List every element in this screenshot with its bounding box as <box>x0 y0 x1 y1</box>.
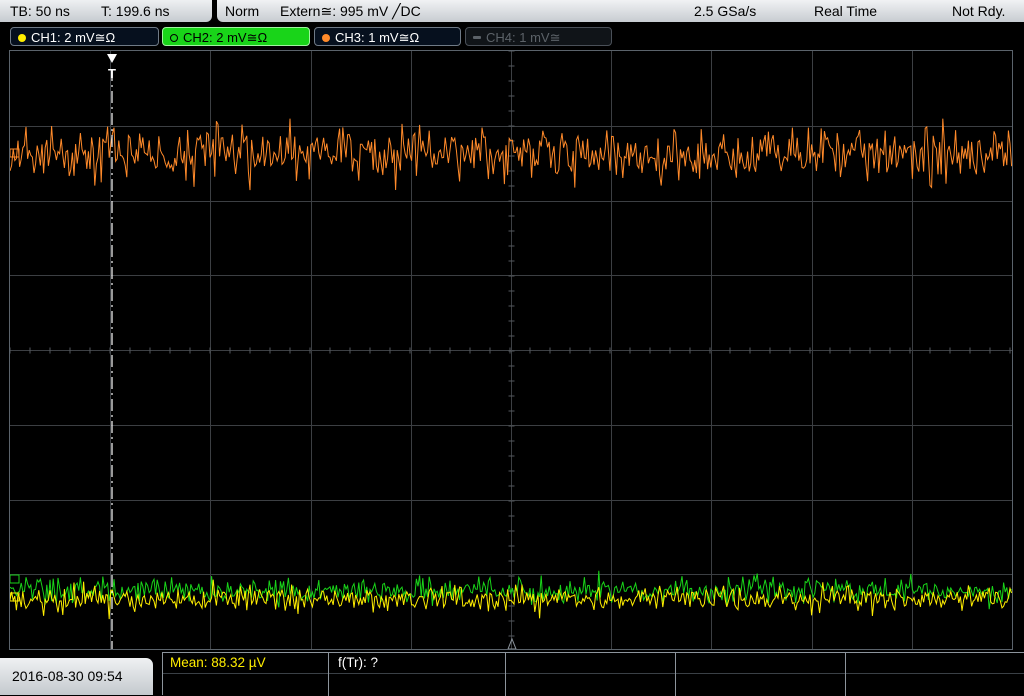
traces <box>10 118 1012 620</box>
tab-ch1[interactable]: CH1: 2 mV≅Ω <box>10 27 159 46</box>
ch1-label: CH1: 2 mV≅Ω <box>31 30 116 45</box>
ch3-indicator-icon <box>322 34 330 42</box>
datetime-display: 2016-08-30 09:54 <box>0 658 153 695</box>
waveform-display[interactable]: T <box>9 50 1013 650</box>
measurement-divider <box>845 653 846 696</box>
acquisition-mode[interactable]: Real Time <box>814 0 877 22</box>
measurement-bar[interactable]: Mean: 88.32 µV f(Tr): ? <box>162 652 1024 696</box>
ch1-indicator-icon <box>18 34 26 42</box>
ch2-label: CH2: 2 mV≅Ω <box>183 30 268 45</box>
trigger-status: Not Rdy. <box>952 3 1006 19</box>
ch2-offset-marker <box>10 574 20 584</box>
trigger-source[interactable]: Extern≅: 995 mV ╱DC <box>280 0 421 22</box>
timebase-readout: TB: 50 ns <box>10 3 70 19</box>
ch2-indicator-icon <box>170 34 178 42</box>
ch3-trace <box>10 118 1012 191</box>
measurement-divider <box>675 653 676 696</box>
trigger-time-readout: T: 199.6 ns <box>101 3 170 19</box>
measurement-divider <box>328 653 329 696</box>
ch3-label: CH3: 1 mV≅Ω <box>335 30 420 45</box>
trigger-position-icon[interactable] <box>107 54 117 63</box>
ch1-trace <box>10 579 1012 620</box>
measurement-row-divider <box>163 673 1024 674</box>
ch4-label: CH4: 1 mV≅ <box>486 30 561 45</box>
acquisition-panel[interactable]: Norm Extern≅: 995 mV ╱DC 2.5 GSa/s Real … <box>217 0 1024 22</box>
trigger-mode[interactable]: Norm <box>225 0 259 22</box>
waveform-canvas: T <box>10 51 1012 649</box>
measurement-mean[interactable]: Mean: 88.32 µV <box>170 655 266 670</box>
measurement-divider <box>505 653 506 696</box>
tab-ch3[interactable]: CH3: 1 mV≅Ω <box>314 27 461 46</box>
tab-ch2[interactable]: CH2: 2 mV≅Ω <box>162 27 310 46</box>
measurement-frequency[interactable]: f(Tr): ? <box>338 655 378 670</box>
ch4-indicator-icon <box>473 36 481 39</box>
trigger-marker-label: T <box>108 66 116 81</box>
status-bar: TB: 50 ns T: 199.6 ns Norm Extern≅: 995 … <box>0 0 1024 24</box>
tab-ch4[interactable]: CH4: 1 mV≅ <box>465 27 612 46</box>
timebase-panel[interactable]: TB: 50 ns T: 199.6 ns <box>0 0 212 22</box>
sample-rate: 2.5 GSa/s <box>694 3 757 19</box>
